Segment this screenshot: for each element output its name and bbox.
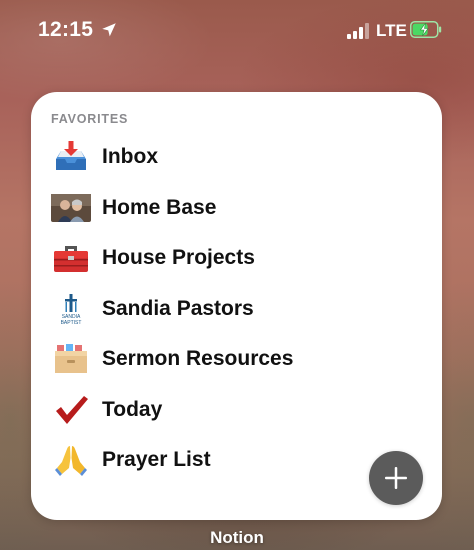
favorite-item-inbox[interactable]: Inbox bbox=[31, 132, 442, 183]
favorite-item-home-base[interactable]: Home Base bbox=[31, 183, 442, 234]
toolbox-icon bbox=[51, 242, 91, 274]
card-file-box-icon bbox=[51, 343, 91, 375]
folded-hands-icon bbox=[51, 444, 91, 477]
inbox-tray-icon bbox=[51, 141, 91, 173]
favorite-item-label: House Projects bbox=[102, 246, 255, 270]
photo-thumbnail-icon bbox=[51, 192, 91, 224]
check-mark-icon bbox=[51, 394, 91, 426]
widget-header: FAVORITES bbox=[51, 112, 129, 126]
favorite-item-label: Sermon Resources bbox=[102, 347, 294, 371]
plus-icon bbox=[385, 467, 407, 489]
favorite-item-label: Today bbox=[102, 397, 163, 421]
favorite-item-sermon-resources[interactable]: Sermon Resources bbox=[31, 334, 442, 385]
favorite-item-label: Inbox bbox=[102, 145, 158, 169]
battery-charging-icon bbox=[410, 21, 442, 38]
add-favorite-button[interactable] bbox=[369, 451, 423, 505]
status-bar: 12:15 LTE bbox=[0, 0, 474, 60]
favorite-item-sandia-pastors[interactable]: SANDIA BAPTIST Sandia Pastors bbox=[31, 284, 442, 335]
favorites-list: Inbox Home Base House Projects SANDIA BA… bbox=[31, 132, 442, 486]
favorite-item-label: Prayer List bbox=[102, 448, 211, 472]
notion-favorites-widget[interactable]: FAVORITES Inbox Home Base House Projects… bbox=[31, 92, 442, 520]
favorite-item-today[interactable]: Today bbox=[31, 385, 442, 436]
widget-caption: Notion bbox=[210, 528, 264, 547]
favorite-item-label: Home Base bbox=[102, 195, 217, 219]
location-arrow-icon bbox=[102, 23, 116, 37]
cellular-signal-icon bbox=[347, 23, 369, 39]
network-type-label: LTE bbox=[376, 21, 407, 40]
favorite-item-label: Sandia Pastors bbox=[102, 296, 254, 320]
status-time: 12:15 bbox=[38, 18, 94, 41]
favorite-item-house-projects[interactable]: House Projects bbox=[31, 233, 442, 284]
sandia-baptist-logo-icon: SANDIA BAPTIST bbox=[51, 293, 91, 325]
svg-text:BAPTIST: BAPTIST bbox=[61, 320, 82, 325]
